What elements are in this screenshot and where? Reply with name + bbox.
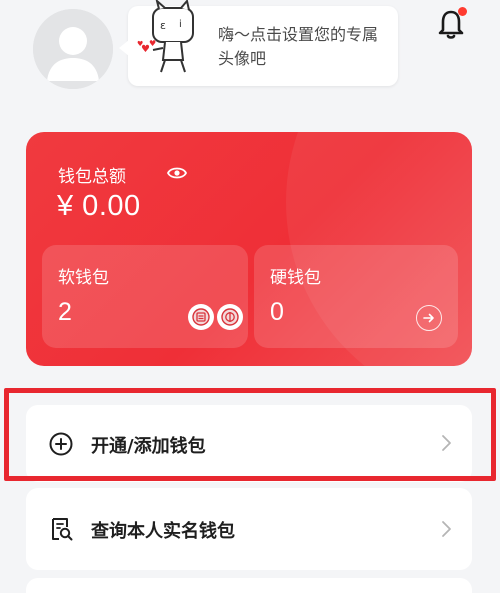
hard-wallet-card[interactable]: 硬钱包 0	[254, 245, 458, 348]
header: ε i ♥ ♥ ♥ 嗨～点击设置您的专属头像吧	[0, 0, 500, 120]
search-document-icon	[52, 518, 73, 541]
wallet-total-amount: ¥ 0.00	[57, 190, 141, 222]
next-menu-item[interactable]	[26, 578, 472, 593]
chevron-right-icon	[442, 521, 451, 537]
svg-text:ε: ε	[160, 19, 166, 32]
avatar-tip-text[interactable]: 嗨～点击设置您的专属头像吧	[218, 23, 388, 71]
soft-wallet-label: 软钱包	[58, 268, 109, 288]
soft-wallet-card[interactable]: 软钱包 2	[42, 245, 248, 348]
mascot-icon: ε i ♥ ♥ ♥	[137, 0, 194, 73]
svg-text:♥: ♥	[137, 40, 143, 48]
hard-wallet-label: 硬钱包	[270, 268, 321, 288]
svg-text:i: i	[179, 19, 182, 30]
notification-badge	[458, 7, 467, 16]
query-real-name-wallet-item[interactable]: 查询本人实名钱包	[26, 488, 472, 570]
bank-coin-icon-2	[217, 304, 243, 330]
wallet-summary-card: 钱包总额 ¥ 0.00 软钱包 2 硬钱包 0	[26, 132, 472, 366]
highlight-annotation-box	[4, 388, 496, 481]
hard-wallet-count: 0	[270, 298, 284, 326]
arrow-right-icon[interactable]	[416, 305, 442, 331]
avatar[interactable]	[33, 9, 113, 89]
default-avatar-icon	[33, 9, 113, 89]
query-real-name-wallet-label: 查询本人实名钱包	[91, 521, 235, 542]
soft-wallet-count: 2	[58, 298, 72, 326]
bank-coin-icon	[188, 304, 214, 330]
wallet-total-label: 钱包总额	[58, 167, 126, 187]
svg-text:♥: ♥	[149, 39, 156, 48]
eye-icon[interactable]	[167, 165, 187, 181]
